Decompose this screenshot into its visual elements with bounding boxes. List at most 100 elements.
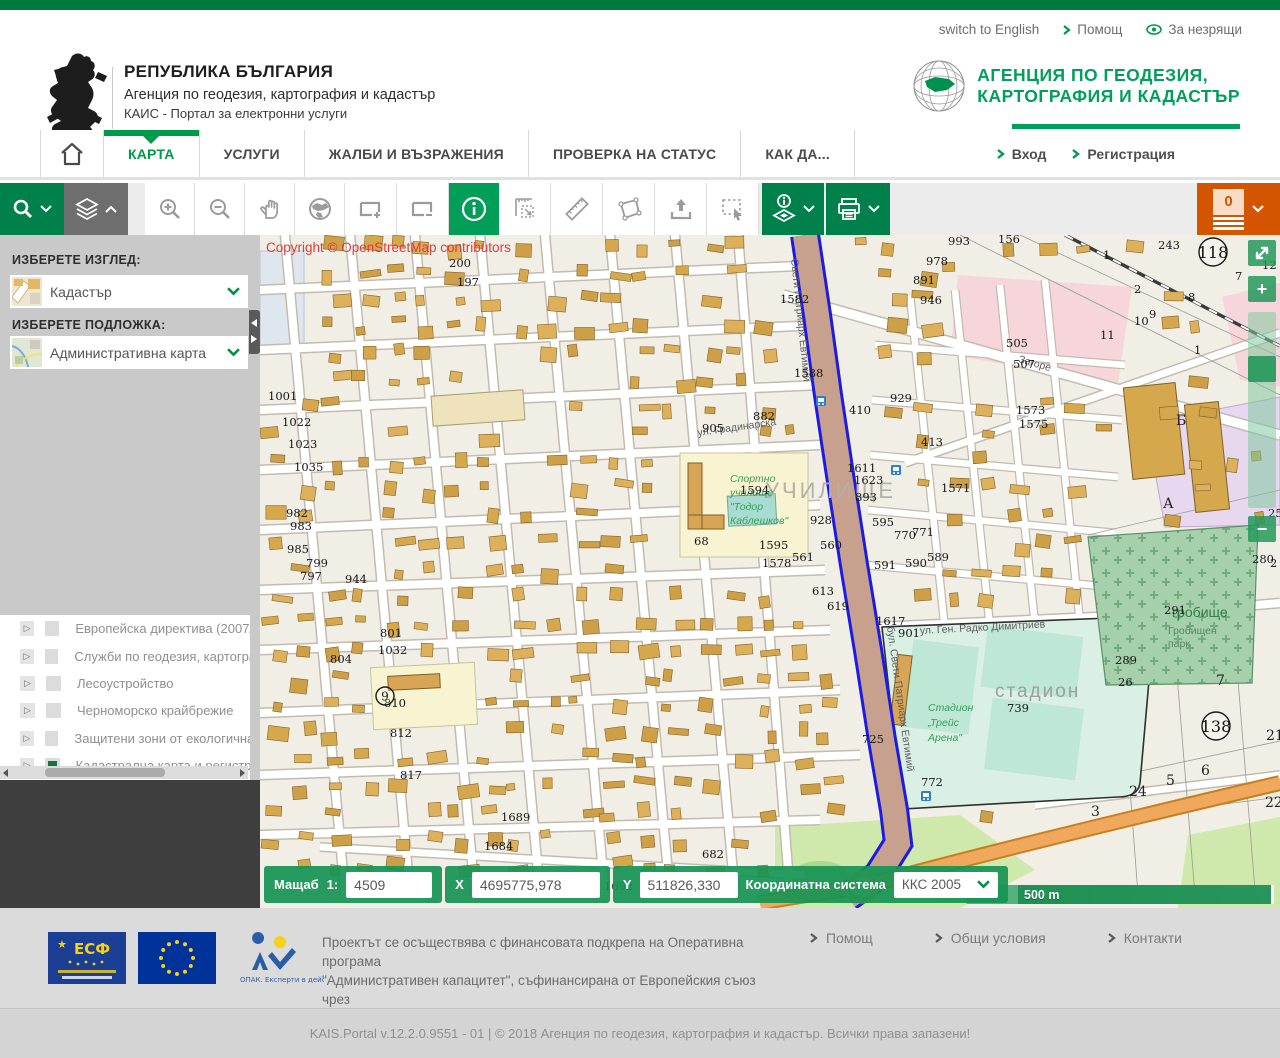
layer-checkbox[interactable] bbox=[45, 649, 59, 664]
hand-icon bbox=[258, 197, 282, 221]
map-copyright: Copyright © OpenStreetMap contributors bbox=[266, 240, 511, 255]
overview-button[interactable] bbox=[295, 183, 345, 235]
svg-text:ОПАК. Експерти в действие: ОПАК. Експерти в действие bbox=[240, 976, 324, 984]
parcel-number: 1 bbox=[1194, 343, 1201, 357]
parcel-number: 817 bbox=[400, 768, 422, 782]
nav-item-0[interactable]: КАРТА bbox=[104, 130, 200, 177]
zoom-box-out-button[interactable] bbox=[397, 183, 449, 235]
map-canvas[interactable]: УЧИЛИЩЕСпортноучилище"ТодорКаблешков"ста… bbox=[260, 235, 1280, 908]
plus-icon: + bbox=[1257, 280, 1268, 298]
scale-label: Мащаб bbox=[274, 877, 319, 892]
layer-checkbox[interactable] bbox=[46, 703, 61, 718]
search-tool-button[interactable] bbox=[0, 183, 64, 235]
header: РЕПУБЛИКА БЪЛГАРИЯ Агенция по геодезия, … bbox=[0, 10, 1280, 130]
nav-item-label: ЖАЛБИ И ВЪЗРАЖЕНИЯ bbox=[329, 146, 504, 162]
nav-item-2[interactable]: ЖАЛБИ И ВЪЗРАЖЕНИЯ bbox=[305, 130, 529, 177]
parcel-number: 8 bbox=[1188, 290, 1195, 304]
nav-item-4[interactable]: КАК ДА... bbox=[741, 130, 855, 177]
expand-triangle-icon[interactable]: ▷ bbox=[20, 621, 34, 636]
layer-info-button[interactable] bbox=[762, 183, 824, 235]
sidebar-empty-panel bbox=[0, 780, 260, 908]
cart-button[interactable]: 0 bbox=[1197, 183, 1280, 235]
parcel-number: 1032 bbox=[378, 643, 407, 657]
footer-link-2[interactable]: Контакти bbox=[1108, 930, 1182, 946]
scale-ratio: 1: bbox=[327, 877, 339, 892]
layers-sidebar: ИЗБЕРЕТЕ ИЗГЛЕД: Кадастър ИЗБЕРЕТЕ ПОДЛО… bbox=[0, 235, 260, 908]
zoom-box-in-button[interactable] bbox=[345, 183, 397, 235]
zoom-in-button[interactable] bbox=[145, 183, 195, 235]
accessibility-link[interactable]: За незрящи bbox=[1146, 22, 1242, 37]
layers-tool-button[interactable] bbox=[64, 183, 128, 235]
opak-logo[interactable]: ОПАК. Експерти в действие bbox=[228, 930, 324, 986]
footer-link-0[interactable]: Помощ bbox=[810, 930, 873, 946]
pan-button[interactable] bbox=[245, 183, 295, 235]
zoom-out-button[interactable] bbox=[195, 183, 245, 235]
parcel-number: 11 bbox=[1100, 328, 1115, 342]
layer-label: Лесоустройство bbox=[77, 676, 173, 691]
parcel-number: 560 bbox=[820, 538, 842, 552]
parcel-number: 1023 bbox=[288, 437, 317, 451]
nav-item-1[interactable]: УСЛУГИ bbox=[200, 130, 305, 177]
sidebar-horizontal-scrollbar[interactable] bbox=[0, 766, 248, 779]
zoom-slider-handle[interactable] bbox=[1248, 356, 1276, 382]
measure-area-button[interactable] bbox=[603, 183, 655, 235]
view-select-dropdown[interactable]: Кадастър bbox=[10, 275, 248, 308]
eu-flag-logo[interactable] bbox=[138, 932, 216, 984]
zoom-out-map-button[interactable]: − bbox=[1248, 516, 1276, 542]
register-link[interactable]: Регистрация bbox=[1072, 146, 1175, 162]
full-extent-button[interactable] bbox=[1248, 240, 1276, 266]
import-button[interactable] bbox=[655, 183, 707, 235]
footer-link-1[interactable]: Общи условия bbox=[935, 930, 1046, 946]
layer-checkbox[interactable] bbox=[45, 621, 59, 636]
print-button[interactable] bbox=[826, 183, 890, 235]
layer-checkbox[interactable] bbox=[45, 731, 59, 746]
y-coordinate-input[interactable] bbox=[640, 872, 738, 898]
chevron-down-icon bbox=[868, 205, 880, 213]
x-coordinate-input[interactable] bbox=[472, 872, 600, 898]
chevron-up-icon bbox=[105, 205, 117, 213]
map-status-bar: Мащаб 1: X Y Координатна система ККС 200… bbox=[264, 866, 1008, 903]
chevron-down-icon bbox=[1252, 205, 1264, 213]
scroll-right-arrow-icon[interactable] bbox=[240, 769, 245, 777]
esf-logo[interactable]: ЕСФ bbox=[48, 932, 126, 984]
expand-triangle-icon[interactable]: ▷ bbox=[20, 703, 35, 718]
zoom-slider-track[interactable] bbox=[1248, 312, 1276, 508]
parcel-number: 1 bbox=[1103, 248, 1110, 262]
area-label: Каблешков" bbox=[730, 515, 789, 527]
scroll-left-arrow-icon[interactable] bbox=[3, 769, 8, 777]
sidebar-collapse-handle[interactable] bbox=[249, 310, 260, 354]
layer-label: Защитени зони от екологична м bbox=[74, 731, 250, 746]
switch-language-link[interactable]: switch to English bbox=[939, 22, 1040, 37]
map-toolbar: 0 bbox=[0, 183, 1280, 235]
parcel-number: 739 bbox=[1007, 701, 1029, 715]
parcel-number: 1022 bbox=[282, 415, 311, 429]
nav-item-label: КАРТА bbox=[128, 146, 175, 162]
view-select-label: ИЗБЕРЕТЕ ИЗГЛЕД: bbox=[12, 253, 141, 267]
crs-dropdown[interactable]: ККС 2005 bbox=[894, 872, 998, 898]
building-letter-label: Б bbox=[1176, 413, 1186, 429]
zoom-in-map-button[interactable]: + bbox=[1248, 276, 1276, 302]
scale-input[interactable] bbox=[346, 872, 432, 898]
measure-plan-button[interactable] bbox=[499, 183, 551, 235]
layer-checkbox[interactable] bbox=[46, 676, 61, 691]
parcel-number: 882 bbox=[753, 409, 775, 423]
login-link[interactable]: Вход bbox=[997, 146, 1047, 162]
footer: ЕСФ ОПАК. Експерти в действие Проектът bbox=[0, 908, 1280, 1058]
map-viewport[interactable]: УЧИЛИЩЕСпортноучилище"ТодорКаблешков"ста… bbox=[260, 235, 1280, 908]
home-button[interactable] bbox=[40, 130, 104, 177]
expand-triangle-icon[interactable]: ▷ bbox=[20, 676, 35, 691]
basemap-select-dropdown[interactable]: Административна карта bbox=[10, 336, 248, 369]
select-button[interactable] bbox=[707, 183, 759, 235]
expand-triangle-icon[interactable]: ▷ bbox=[20, 649, 34, 664]
measure-distance-button[interactable] bbox=[551, 183, 603, 235]
expand-triangle-icon[interactable]: ▷ bbox=[20, 731, 34, 746]
agency-logo-line1: АГЕНЦИЯ ПО ГЕОДЕЗИЯ, bbox=[977, 65, 1240, 86]
agency-logo-underline bbox=[1012, 124, 1240, 129]
scrollbar-thumb[interactable] bbox=[45, 768, 165, 777]
active-tab-marker bbox=[104, 130, 199, 136]
parcel-number: 7 bbox=[1235, 269, 1242, 283]
identify-button[interactable] bbox=[449, 183, 499, 235]
layers-icon bbox=[75, 197, 99, 221]
help-link[interactable]: Помощ bbox=[1063, 22, 1122, 37]
nav-item-3[interactable]: ПРОВЕРКА НА СТАТУС bbox=[529, 130, 741, 177]
